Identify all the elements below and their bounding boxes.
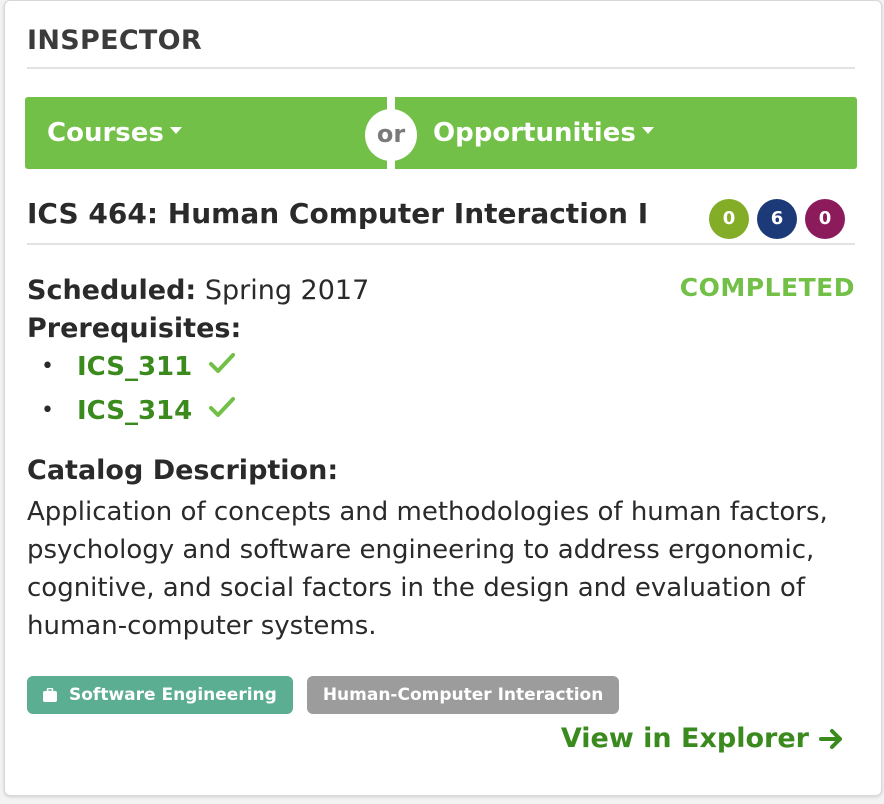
course-badges: 0 6 0 — [709, 199, 845, 239]
status-label: COMPLETED — [679, 273, 855, 302]
course-title: ICS 464: Human Computer Interaction I — [27, 197, 649, 230]
view-in-explorer-link[interactable]: View in Explorer — [561, 723, 845, 754]
category-menu: Courses or Opportunities — [25, 97, 857, 169]
courses-dropdown[interactable]: Courses — [47, 97, 182, 169]
opportunities-dropdown[interactable]: Opportunities — [433, 97, 654, 169]
prerequisites-label: Prerequisites: — [27, 313, 242, 344]
prerequisite-link[interactable]: ICS_311 — [77, 352, 192, 382]
catalog-description-label: Catalog Description: — [27, 455, 339, 486]
panel-title: INSPECTOR — [27, 25, 202, 56]
list-item: • ICS_314 — [27, 391, 235, 435]
opportunities-dropdown-label: Opportunities — [433, 118, 636, 148]
scheduled-label: Scheduled: — [27, 275, 197, 306]
check-icon — [208, 346, 235, 386]
badge-count-purple: 0 — [805, 199, 845, 239]
prerequisites-list: • ICS_311 • ICS_314 — [27, 347, 235, 435]
interest-tags: Software Engineering Human-Computer Inte… — [27, 676, 620, 714]
inspector-panel: INSPECTOR Courses or Opportunities ICS 4… — [4, 0, 882, 796]
scheduled-value: Spring 2017 — [204, 275, 370, 306]
header-divider — [27, 67, 855, 69]
view-in-explorer-label: View in Explorer — [560, 723, 809, 754]
check-icon — [208, 390, 235, 430]
tag-software-engineering[interactable]: Software Engineering — [27, 676, 293, 714]
title-divider — [27, 243, 855, 245]
bullet: • — [41, 354, 54, 379]
tag-human-computer-interaction[interactable]: Human-Computer Interaction — [306, 676, 620, 714]
tag-label: Human-Computer Interaction — [322, 685, 604, 705]
badge-count-blue: 6 — [757, 199, 797, 239]
list-item: • ICS_311 — [27, 347, 235, 391]
courses-dropdown-label: Courses — [47, 118, 164, 148]
arrow-right-icon — [819, 728, 845, 750]
or-separator: or — [365, 109, 417, 161]
scheduled-row: Scheduled: Spring 2017 — [27, 275, 369, 306]
caret-down-icon — [641, 127, 654, 134]
catalog-description: Application of concepts and methodologie… — [27, 497, 828, 641]
caret-down-icon — [169, 127, 182, 134]
tag-label: Software Engineering — [69, 685, 277, 705]
badge-count-green: 0 — [709, 199, 749, 239]
briefcase-icon — [43, 688, 57, 702]
bullet: • — [41, 398, 54, 423]
prerequisite-link[interactable]: ICS_314 — [77, 396, 192, 426]
